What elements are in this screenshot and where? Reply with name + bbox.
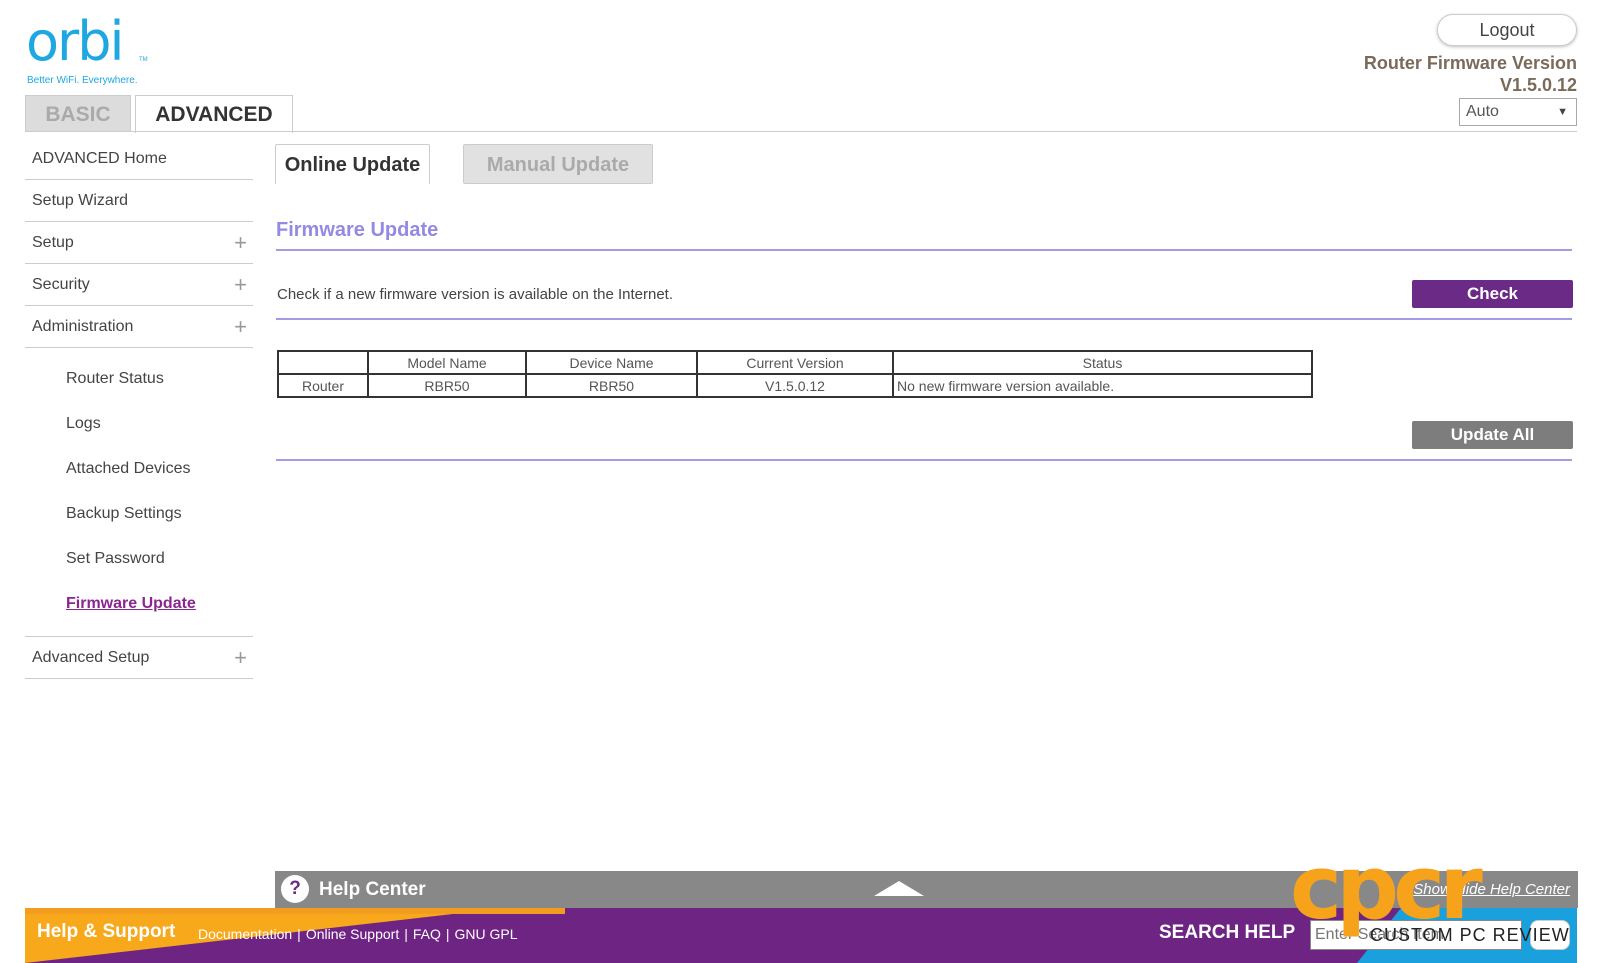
firmware-label-text: Router Firmware Version bbox=[1363, 53, 1577, 73]
check-button[interactable]: Check bbox=[1412, 280, 1573, 308]
section-title: Firmware Update bbox=[276, 219, 439, 241]
sidebar-item-setup[interactable]: Setup + bbox=[25, 222, 253, 264]
section-divider bbox=[276, 318, 1572, 320]
sidebar-item-label: ADVANCED Home bbox=[32, 150, 167, 167]
administration-submenu: Router Status Logs Attached Devices Back… bbox=[25, 348, 253, 637]
sidebar-item-label: Setup bbox=[32, 234, 74, 251]
logout-button[interactable]: Logout bbox=[1437, 14, 1577, 46]
submenu-item-firmware-update[interactable]: Firmware Update bbox=[25, 581, 253, 626]
table-cell: RBR50 bbox=[525, 373, 698, 398]
table-header-cell bbox=[277, 350, 369, 375]
tab-basic[interactable]: BASIC bbox=[25, 95, 131, 132]
section-divider bbox=[276, 459, 1572, 461]
expand-plus-icon[interactable]: + bbox=[234, 637, 247, 679]
firmware-version-text: V1.5.0.12 bbox=[1499, 75, 1577, 95]
firmware-version-label: Router Firmware Version V1.5.0.12 bbox=[1364, 52, 1577, 96]
submenu-item-logs[interactable]: Logs bbox=[25, 401, 253, 446]
tab-manual-update[interactable]: Manual Update bbox=[463, 144, 653, 184]
help-support-title: Help & Support bbox=[37, 921, 176, 942]
table-cell-status: No new firmware version available. bbox=[892, 373, 1313, 398]
sidebar: ADVANCED Home Setup Wizard Setup + Secur… bbox=[25, 138, 253, 679]
link-documentation[interactable]: Documentation bbox=[198, 926, 292, 942]
sidebar-item-setup-wizard[interactable]: Setup Wizard bbox=[25, 180, 253, 222]
link-online-support[interactable]: Online Support bbox=[306, 926, 399, 942]
sidebar-item-label: Security bbox=[32, 276, 90, 293]
logo-wordmark: orbi bbox=[26, 10, 125, 73]
logo-trademark: TM bbox=[139, 57, 148, 63]
table-header-cell: Status bbox=[892, 350, 1313, 375]
table-cell: V1.5.0.12 bbox=[696, 373, 894, 398]
search-help-label: SEARCH HELP bbox=[1159, 922, 1296, 943]
submenu-item-backup-settings[interactable]: Backup Settings bbox=[25, 491, 253, 536]
help-question-icon: ? bbox=[281, 875, 309, 903]
sidebar-item-administration[interactable]: Administration + bbox=[25, 306, 253, 348]
sidebar-item-security[interactable]: Security + bbox=[25, 264, 253, 306]
submenu-item-router-status[interactable]: Router Status bbox=[25, 356, 253, 401]
link-gnu-gpl[interactable]: GNU GPL bbox=[455, 926, 518, 942]
language-select[interactable]: Auto ▼ bbox=[1459, 98, 1577, 126]
check-description: Check if a new firmware version is avail… bbox=[277, 286, 674, 303]
tab-online-update[interactable]: Online Update bbox=[275, 144, 430, 184]
firmware-table: Model Name Device Name Current Version S… bbox=[277, 350, 1313, 398]
table-cell: RBR50 bbox=[367, 373, 527, 398]
support-links: Documentation | Online Support | FAQ | GNU GPL bbox=[198, 926, 518, 942]
decorative-stripe bbox=[25, 908, 565, 914]
tab-advanced[interactable]: ADVANCED bbox=[135, 95, 293, 133]
section-divider bbox=[276, 249, 1572, 251]
sidebar-item-label: Setup Wizard bbox=[32, 192, 129, 209]
help-center-bar[interactable]: ? Help Center Show/Hide Help Center bbox=[275, 871, 1578, 908]
table-header-row: Model Name Device Name Current Version S… bbox=[277, 350, 1313, 375]
link-faq[interactable]: FAQ bbox=[413, 926, 441, 942]
language-select-value: Auto bbox=[1466, 103, 1499, 120]
table-header-cell: Device Name bbox=[525, 350, 698, 375]
expand-plus-icon[interactable]: + bbox=[234, 264, 247, 306]
link-separator: | bbox=[404, 926, 408, 942]
expand-plus-icon[interactable]: + bbox=[234, 306, 247, 348]
table-row: Router RBR50 RBR50 V1.5.0.12 No new firm… bbox=[277, 373, 1313, 398]
sidebar-item-label: Administration bbox=[32, 318, 134, 335]
submenu-item-attached-devices[interactable]: Attached Devices bbox=[25, 446, 253, 491]
orbi-logo: orbi TM Better WiFi. Everywhere. bbox=[26, 12, 156, 92]
link-separator: | bbox=[445, 926, 450, 942]
table-header-cell: Current Version bbox=[696, 350, 894, 375]
search-button[interactable] bbox=[1530, 920, 1570, 950]
tab-divider bbox=[25, 131, 1577, 132]
link-separator: | bbox=[297, 926, 301, 942]
help-support-bar: Help & Support Documentation | Online Supp… bbox=[25, 908, 1577, 963]
logo-tagline: Better WiFi. Everywhere. bbox=[27, 75, 138, 86]
search-help-input[interactable] bbox=[1310, 920, 1522, 950]
sidebar-item-advanced-setup[interactable]: Advanced Setup + bbox=[25, 637, 253, 679]
expand-plus-icon[interactable]: + bbox=[234, 222, 247, 264]
show-hide-help-link[interactable]: Show/Hide Help Center bbox=[1413, 871, 1570, 908]
expand-up-arrow-icon[interactable] bbox=[874, 881, 924, 896]
update-all-button[interactable]: Update All bbox=[1412, 421, 1573, 449]
table-cell: Router bbox=[277, 373, 369, 398]
table-header-cell: Model Name bbox=[367, 350, 527, 375]
sidebar-item-advanced-home[interactable]: ADVANCED Home bbox=[25, 138, 253, 180]
dropdown-arrow-icon: ▼ bbox=[1557, 106, 1568, 118]
sidebar-item-label: Advanced Setup bbox=[32, 649, 150, 666]
submenu-item-set-password[interactable]: Set Password bbox=[25, 536, 253, 581]
help-center-title: Help Center bbox=[319, 879, 426, 900]
